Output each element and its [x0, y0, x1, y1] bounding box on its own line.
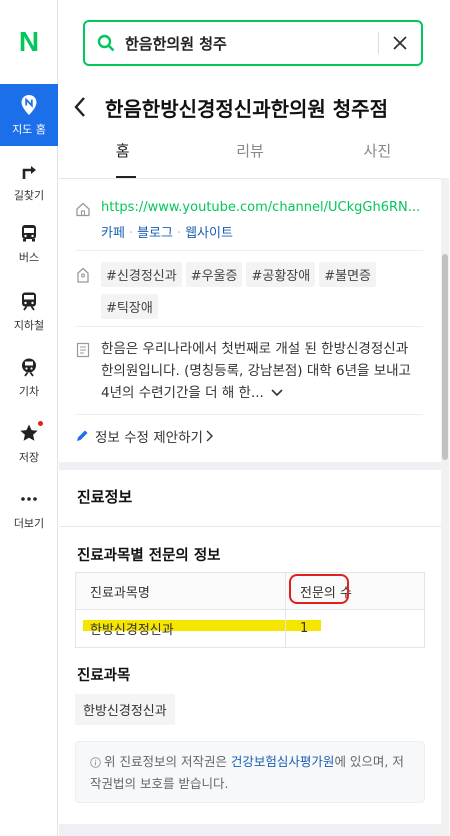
nav-label: 지하철 [13, 318, 45, 332]
tab-photos[interactable]: 사진 [314, 140, 441, 178]
nav-label: 지도 홈 [12, 122, 46, 136]
nav-item-directions[interactable]: 길찾기 [0, 150, 58, 212]
row-divider [75, 326, 423, 327]
tag-chip[interactable]: #신경정신과 [101, 262, 182, 287]
section-gap [59, 462, 441, 470]
house-tag-icon [75, 266, 91, 283]
close-icon[interactable] [379, 35, 421, 51]
section-divider [59, 526, 441, 527]
copyright-notice: 위 진료정보의 저작권은 건강보험심사평가원에 있으며, 저작권법의 보호를 받… [75, 741, 425, 803]
tag-chip[interactable]: #우울증 [185, 262, 243, 287]
search-input[interactable]: 한음한의원 청주 [121, 33, 378, 54]
nav-label: 버스 [18, 250, 40, 264]
section-gap [59, 824, 441, 836]
back-arrow-icon[interactable] [73, 96, 97, 118]
row-divider [75, 250, 423, 251]
medical-info-title: 진료정보 [77, 488, 133, 506]
nav-label: 저장 [18, 450, 40, 464]
place-tabs: 홈 리뷰 사진 [59, 140, 441, 178]
homepage-link[interactable]: https://www.youtube.com/channel/UCkgGh6R… [101, 200, 420, 215]
specialist-table: 진료과목명 전문의 수 한방신경정신과 1 [75, 572, 425, 648]
cafe-link[interactable]: 카페 [101, 226, 125, 241]
nav-item-train[interactable]: 기차 [0, 346, 58, 408]
left-nav-rail: N 지도 홈 길찾기 버스 지하철 기차 저장 더보기 [0, 0, 58, 836]
place-header: 한음한방신경정신과한의원 청주점 [73, 90, 443, 124]
tag-chip[interactable]: #틱장애 [101, 294, 158, 319]
blog-link[interactable]: 블로그 [137, 226, 173, 241]
table-row: 한방신경정신과 1 [76, 610, 424, 647]
naver-logo[interactable]: N [0, 0, 58, 84]
header-subject: 진료과목명 [76, 573, 286, 609]
notice-text: 위 진료정보의 저작권은 [104, 754, 231, 769]
chevron-right-icon [206, 430, 213, 442]
document-icon [75, 342, 91, 358]
tabs-divider [59, 178, 441, 179]
suggest-edit-button[interactable]: 정보 수정 제안하기 [75, 426, 213, 446]
search-box[interactable]: 한음한의원 청주 [83, 20, 423, 66]
table-header-row: 진료과목명 전문의 수 [76, 573, 424, 610]
nav-item-more[interactable]: 더보기 [0, 478, 58, 540]
nav-label: 기차 [18, 384, 40, 398]
expand-chevron-icon[interactable] [271, 382, 283, 404]
directions-icon [18, 160, 40, 182]
map-pin-icon [18, 94, 40, 116]
subway-icon [18, 290, 40, 312]
subject-chip: 한방신경정신과 [75, 694, 175, 725]
tab-home[interactable]: 홈 [59, 140, 186, 178]
home-icon [75, 201, 91, 217]
cell-count: 1 [300, 621, 309, 636]
nav-item-subway[interactable]: 지하철 [0, 280, 58, 342]
place-panel: 한음한의원 청주 한음한방신경정신과한의원 청주점 홈 리뷰 사진 https:… [59, 0, 445, 836]
subjects-title: 진료과목 [77, 668, 131, 684]
scrollbar-thumb[interactable] [442, 254, 448, 460]
keyword-tags: #신경정신과 #우울증 #공황장애 #불면증 #틱장애 [101, 262, 421, 326]
train-icon [18, 356, 40, 378]
row-divider [75, 414, 423, 415]
notice-source-link[interactable]: 건강보험심사평가원 [231, 754, 335, 769]
place-title: 한음한방신경정신과한의원 청주점 [105, 96, 388, 121]
star-icon [18, 420, 43, 444]
search-icon[interactable] [85, 34, 121, 52]
related-links: 카페 · 블로그 · 웹사이트 [101, 226, 233, 241]
more-icon [18, 488, 40, 510]
annotation-circle [289, 574, 349, 604]
tab-reviews[interactable]: 리뷰 [186, 140, 313, 178]
nav-item-map-home[interactable]: 지도 홈 [0, 84, 58, 146]
bus-icon [18, 222, 40, 244]
info-circle-icon [90, 754, 101, 774]
nav-label: 더보기 [13, 516, 45, 530]
nav-item-bus[interactable]: 버스 [0, 212, 58, 274]
suggest-edit-label: 정보 수정 제안하기 [95, 430, 203, 446]
description-text: 한음은 우리나라에서 첫번째로 개설 된 한방신경정신과 한의원입니다. (명칭… [101, 341, 411, 401]
scrollbar[interactable] [441, 178, 449, 836]
place-description[interactable]: 한음은 우리나라에서 첫번째로 개설 된 한방신경정신과 한의원입니다. (명칭… [101, 338, 419, 404]
tag-chip[interactable]: #불면증 [319, 262, 376, 287]
pencil-icon [75, 429, 89, 443]
website-link[interactable]: 웹사이트 [185, 226, 233, 241]
tag-chip[interactable]: #공황장애 [246, 262, 316, 287]
specialist-info-title: 진료과목별 전문의 정보 [77, 548, 221, 564]
nav-item-saved[interactable]: 저장 [0, 412, 58, 474]
notification-dot [38, 420, 43, 426]
nav-label: 길찾기 [13, 188, 45, 202]
cell-subject: 한방신경정신과 [76, 610, 286, 647]
